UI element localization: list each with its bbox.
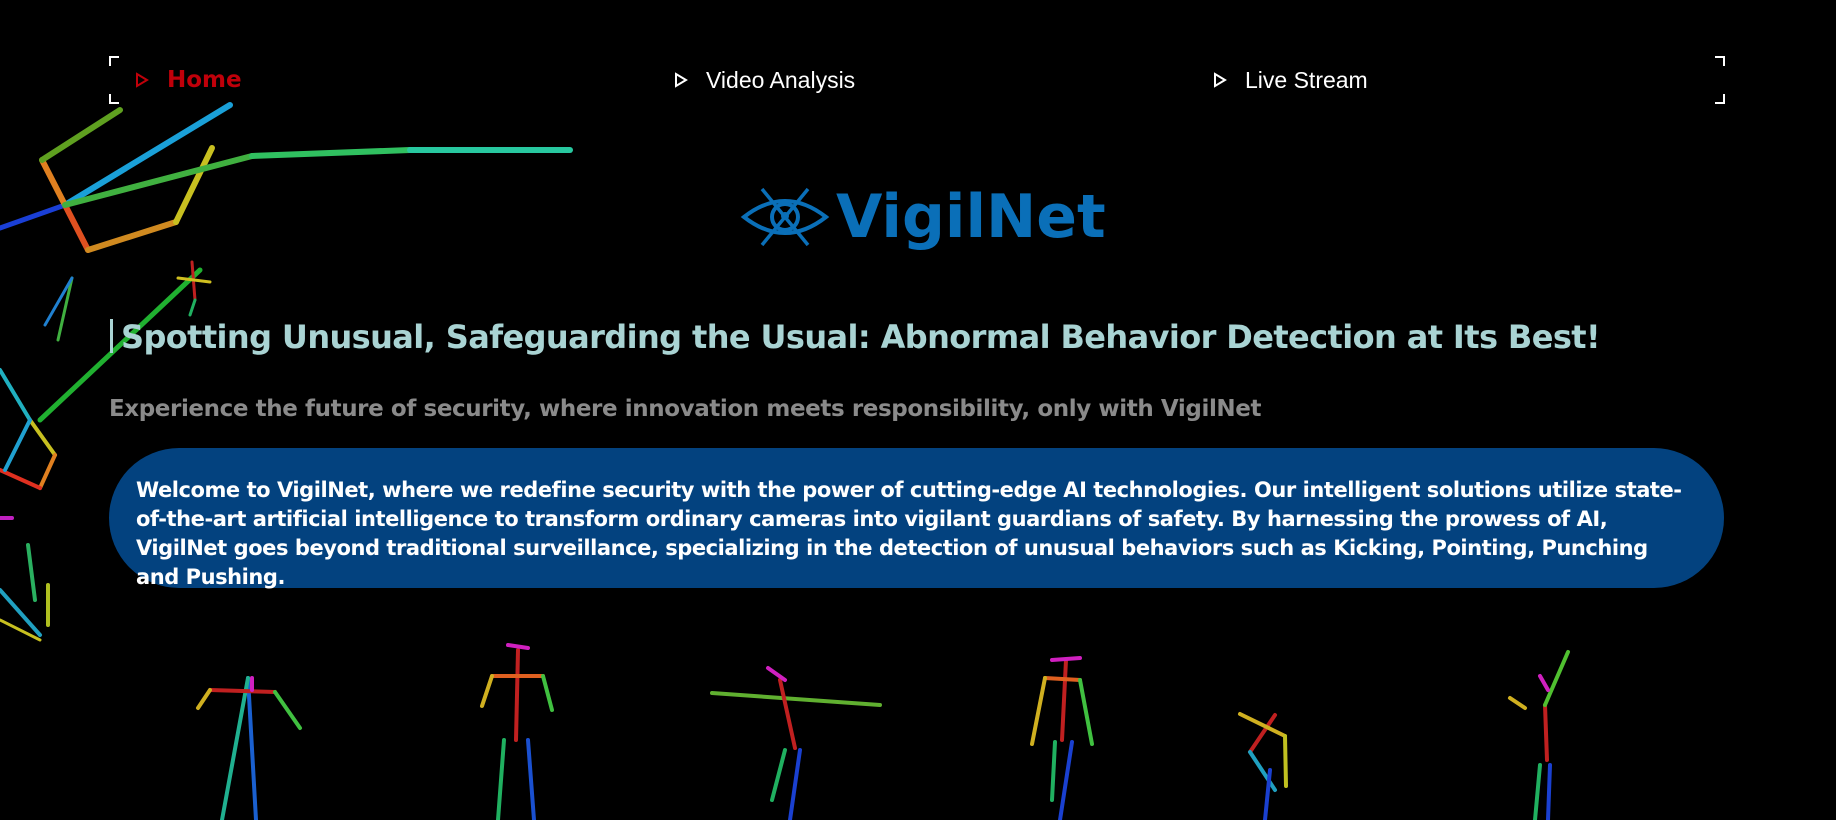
play-triangle-icon: [1214, 72, 1227, 88]
top-navigation: Home Video Analysis Live Stream: [109, 56, 1725, 104]
nav-corner-bottom-left: [109, 94, 119, 104]
eye-logo-icon: [740, 187, 830, 247]
nav-corner-top-left: [109, 56, 119, 66]
nav-corner-top-right: [1715, 56, 1725, 66]
play-triangle-icon: [675, 72, 688, 88]
brand-logo: VigilNet: [740, 178, 1106, 256]
tagline-accent-bar: [110, 319, 113, 353]
intro-panel: Welcome to VigilNet, where we redefine s…: [109, 448, 1724, 589]
nav-item-video-analysis[interactable]: Video Analysis: [674, 66, 855, 94]
hero-tagline: Spotting Unusual, Safeguarding the Usual…: [110, 318, 1601, 356]
tagline-text: Spotting Unusual, Safeguarding the Usual…: [121, 318, 1601, 356]
nav-item-home[interactable]: Home: [135, 66, 242, 94]
nav-corner-bottom-right: [1715, 94, 1725, 104]
hero-subline: Experience the future of security, where…: [109, 396, 1262, 422]
nav-item-label: Live Stream: [1245, 66, 1368, 93]
nav-item-live-stream[interactable]: Live Stream: [1213, 66, 1368, 94]
nav-item-label: Home: [167, 67, 242, 93]
brand-name: VigilNet: [836, 182, 1106, 252]
intro-text: Welcome to VigilNet, where we redefine s…: [136, 478, 1682, 589]
nav-item-label: Video Analysis: [706, 66, 856, 93]
play-triangle-icon: [136, 72, 149, 88]
